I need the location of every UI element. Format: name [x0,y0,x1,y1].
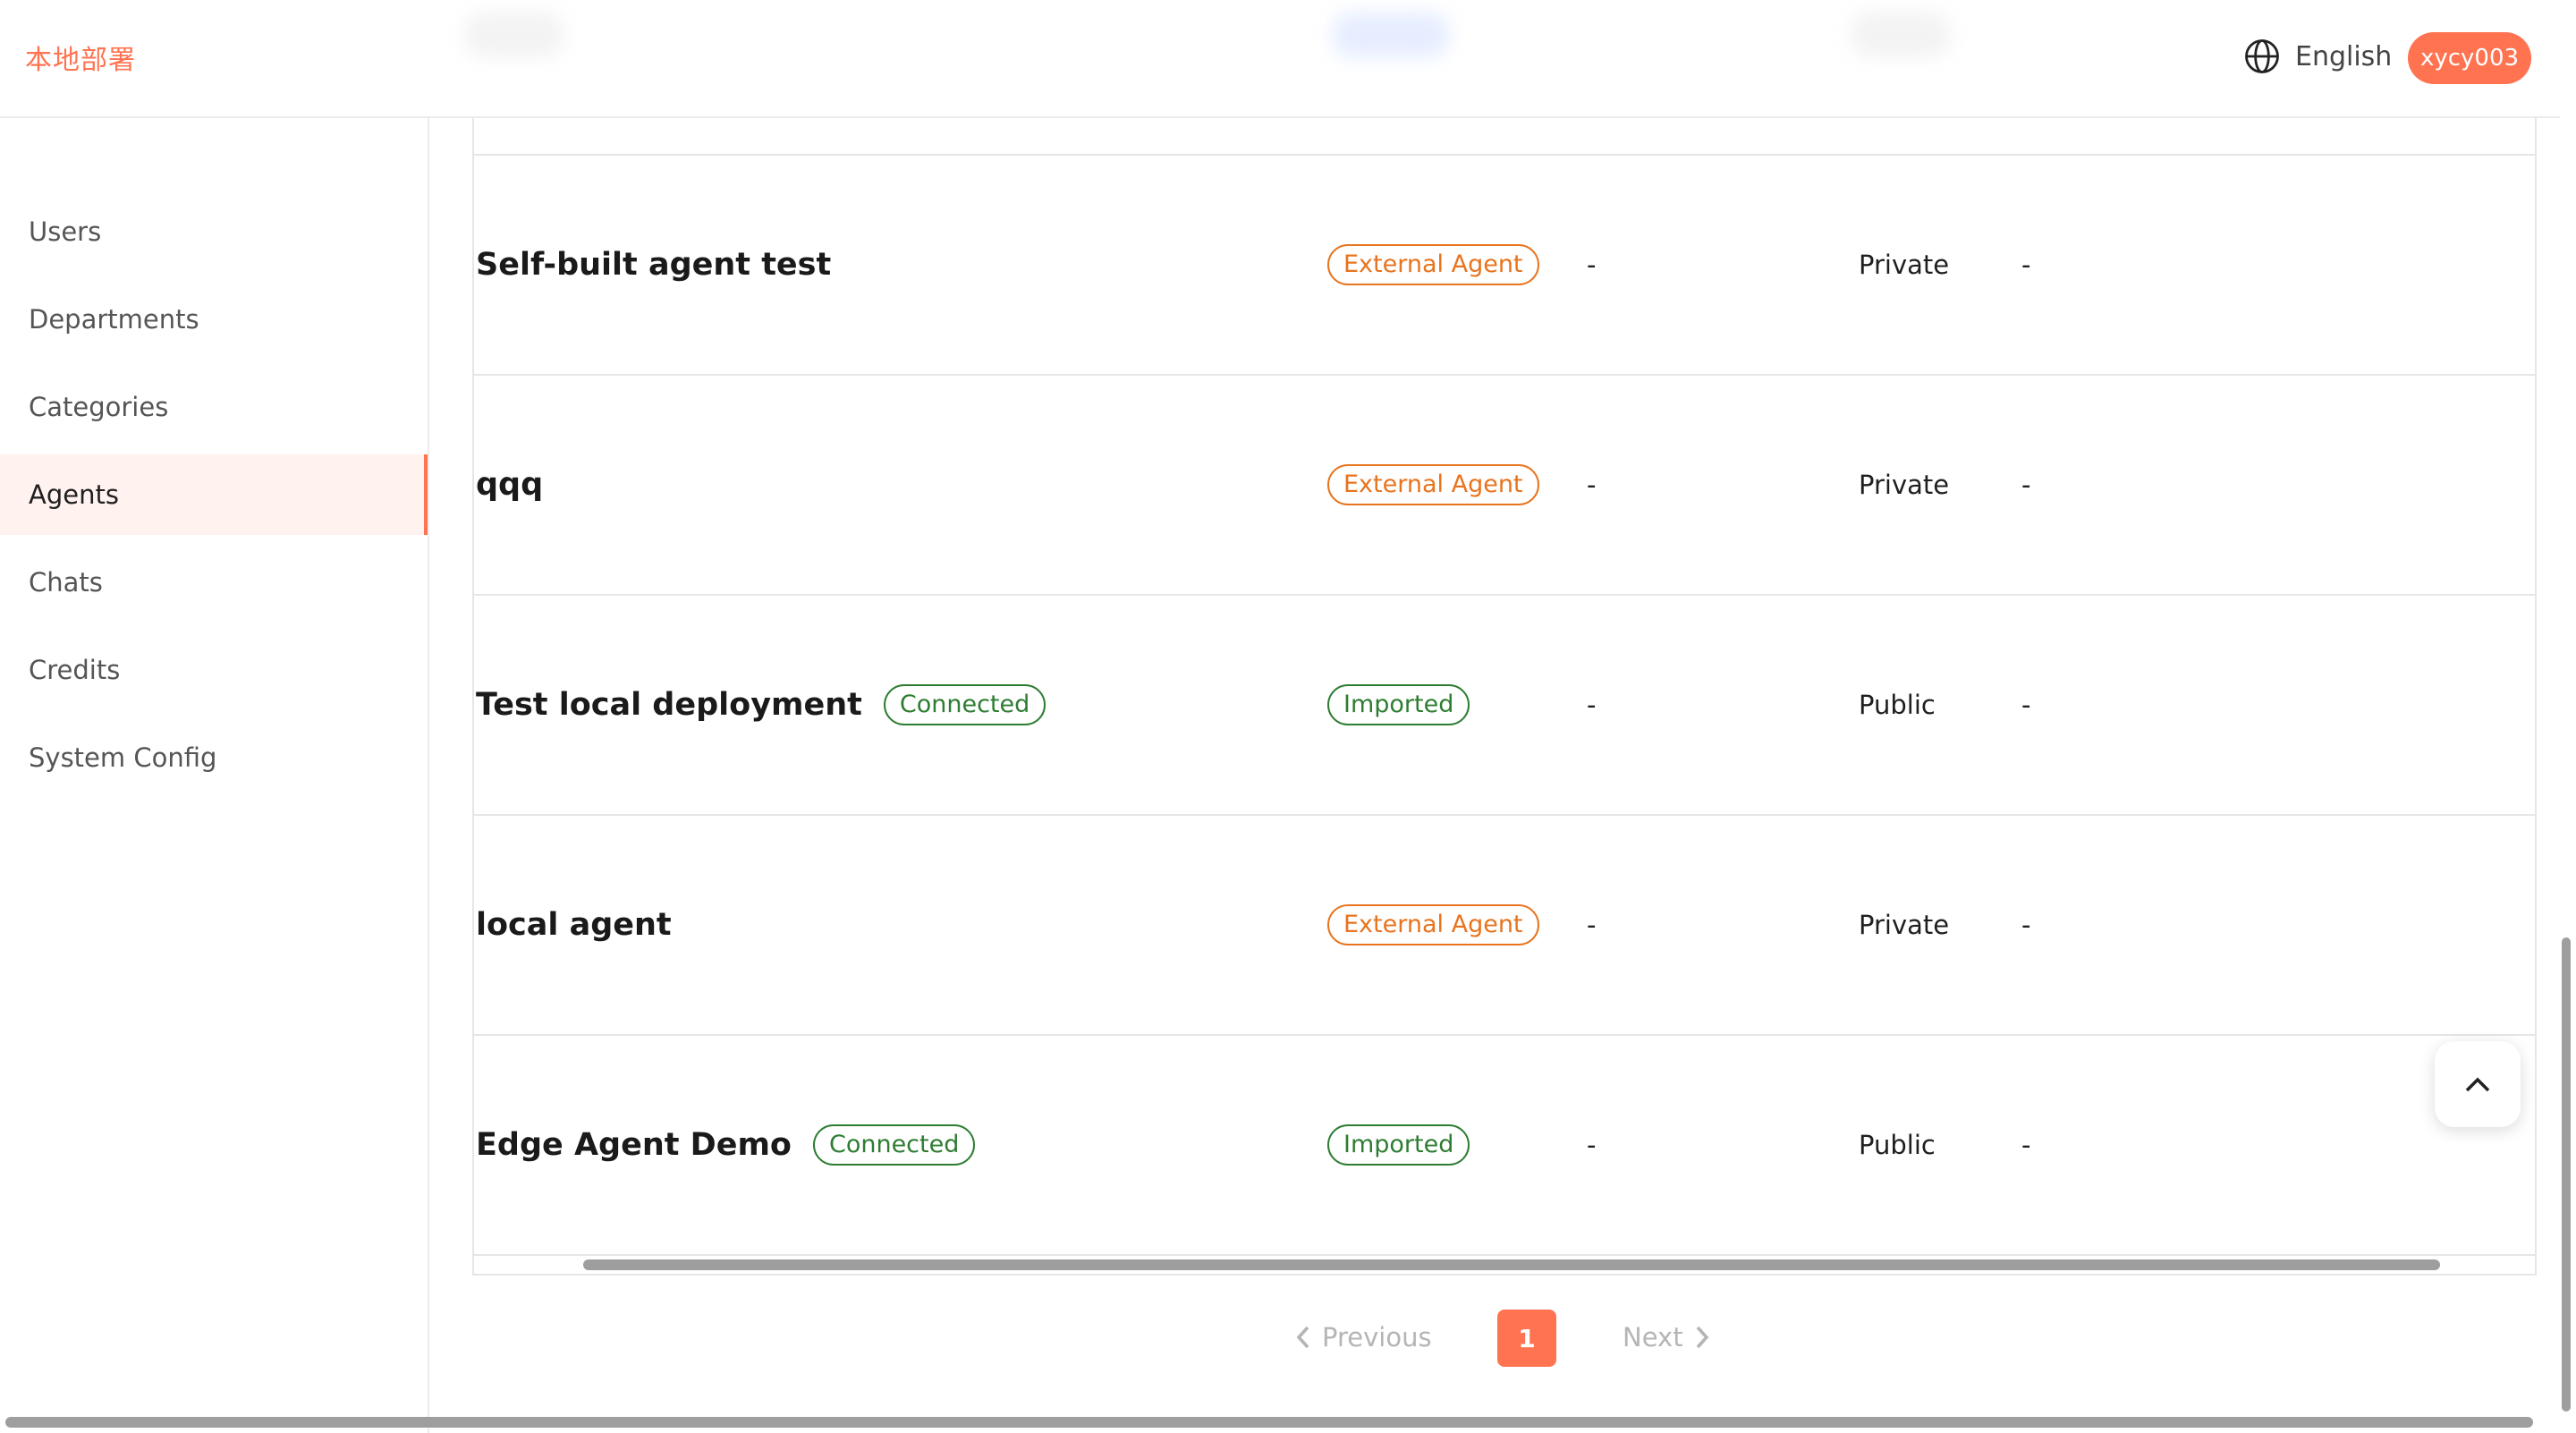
agent-type-cell: Imported [1327,1124,1470,1166]
sidebar-item-departments[interactable]: Departments [0,279,428,360]
visibility-cell: Public [1859,1130,1936,1160]
table-cell: - [2021,1130,2031,1160]
scrolled-header-ghost [1852,13,1950,57]
table-cell: - [2021,690,2031,720]
table-cell: - [2021,250,2031,280]
chevron-up-icon [2465,1077,2490,1092]
previous-label: Previous [1322,1322,1432,1352]
sidebar-item-agents[interactable]: Agents [0,454,428,535]
agent-type-cell: External Agent [1327,904,1539,945]
back-to-top-button[interactable] [2435,1041,2521,1127]
table-cell: - [2021,910,2031,940]
status-badge: Connected [883,684,1046,725]
agent-name-cell: Edge Agent Demo Connected [476,1124,976,1166]
user-menu-button[interactable]: xycy003 [2408,32,2531,84]
scrolled-header-ghost [465,13,564,57]
visibility-cell: Private [1859,470,1950,500]
scrolled-header-ghost [1333,13,1449,57]
type-tag: External Agent [1327,904,1539,945]
agent-name-cell: qqq [476,467,543,503]
table-cell: - [1587,1130,1597,1160]
table-cell: - [1587,470,1597,500]
agent-name[interactable]: Edge Agent Demo [476,1127,792,1163]
language-switcher[interactable]: English [2243,38,2392,75]
page-horizontal-scrollbar[interactable] [5,1417,2533,1428]
sidebar-item-users[interactable]: Users [0,191,428,272]
agent-type-cell: External Agent [1327,464,1539,505]
table-row[interactable]: local agent External Agent - Private - [474,814,2535,1034]
type-tag: Imported [1327,1124,1470,1166]
brand-logo[interactable]: 本地部署 [25,38,136,77]
agent-name[interactable]: qqq [476,467,543,503]
chevron-right-icon [1696,1326,1708,1349]
pagination: Previous 1 Next [0,1310,2576,1367]
sidebar-item-categories[interactable]: Categories [0,367,428,447]
table-cell: - [2021,470,2031,500]
sidebar: Users Departments Categories Agents Chats Cre… [0,118,429,1433]
globe-icon [2245,39,2279,73]
table-row[interactable]: Edge Agent Demo Connected Imported - Pub… [474,1034,2535,1254]
sidebar-item-system-config[interactable]: System Config [0,717,428,798]
agent-name[interactable]: local agent [476,907,672,943]
table-horizontal-scrollbar[interactable] [583,1259,2440,1270]
table-cell: - [1587,910,1597,940]
next-label: Next [1623,1322,1683,1352]
status-badge: Connected [812,1124,976,1166]
type-tag: Imported [1327,684,1470,725]
table-row[interactable]: Self-built agent test External Agent - P… [474,154,2535,374]
sidebar-item-chats[interactable]: Chats [0,542,428,623]
chevron-left-icon [1296,1326,1309,1349]
agent-name-cell: local agent [476,907,672,943]
type-tag: External Agent [1327,244,1539,285]
agent-name[interactable]: Self-built agent test [476,247,831,283]
language-label: English [2295,40,2393,72]
table-row[interactable]: Test local deployment Connected Imported… [474,594,2535,814]
next-page-button[interactable]: Next [1623,1322,1710,1352]
agent-type-cell: External Agent [1327,244,1539,285]
table-row[interactable]: qqq External Agent - Private - [474,374,2535,594]
sidebar-item-credits[interactable]: Credits [0,630,428,710]
agent-name[interactable]: Test local deployment [476,687,862,723]
table-cell: - [1587,250,1597,280]
agent-type-cell: Imported [1327,684,1470,725]
table-cell: - [1587,690,1597,720]
type-tag: External Agent [1327,464,1539,505]
visibility-cell: Private [1859,910,1950,940]
visibility-cell: Private [1859,250,1950,280]
page-vertical-scrollbar[interactable] [2562,937,2571,1412]
agent-name-cell: Test local deployment Connected [476,684,1046,725]
visibility-cell: Public [1859,690,1936,720]
page-number-current[interactable]: 1 [1497,1310,1556,1367]
top-header: 本地部署 English xycy003 [0,0,2560,118]
agents-table: Self-built agent test External Agent - P… [472,116,2537,1276]
agent-name-cell: Self-built agent test [476,247,831,283]
previous-page-button[interactable]: Previous [1295,1322,1432,1352]
